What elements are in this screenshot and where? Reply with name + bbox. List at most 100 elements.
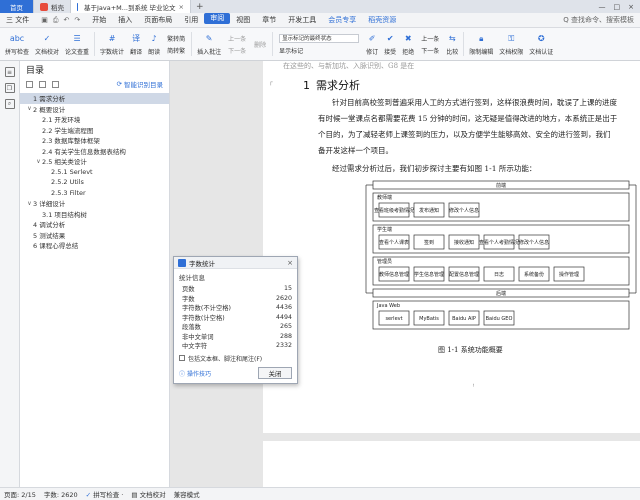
menu-item[interactable]: 会员专享: [322, 13, 362, 28]
print-icon[interactable]: ⎙: [53, 16, 59, 25]
checkbox-box[interactable]: [179, 355, 185, 361]
toc-item[interactable]: 2.5.2 Utils: [20, 177, 169, 188]
menu-item[interactable]: 章节: [256, 13, 282, 28]
toc-item[interactable]: 2.4 有关学生信息数据表结构: [20, 146, 169, 157]
close-window-icon[interactable]: ×: [628, 3, 634, 11]
expand-all-icon[interactable]: [26, 80, 33, 88]
redo-icon[interactable]: ↷: [74, 16, 80, 25]
chevron-down-icon[interactable]: ∨: [26, 105, 33, 112]
close-button[interactable]: 关闭: [258, 367, 292, 379]
menu-search[interactable]: Q 查找命令、搜索模板: [563, 15, 640, 25]
menu-item[interactable]: 开发工具: [282, 13, 322, 28]
next-comment-button[interactable]: 下一条: [228, 46, 246, 55]
new-tab-button[interactable]: +: [191, 0, 209, 13]
revise-label: 修订: [366, 48, 379, 56]
toc-item[interactable]: 2.3 数据库整体框架: [20, 135, 169, 146]
minimize-icon[interactable]: —: [599, 3, 606, 11]
java-web-component-label: serlevt: [385, 316, 402, 322]
accept-button[interactable]: ✔ 接受: [381, 28, 399, 60]
status-proof[interactable]: ▤ 文档校对: [131, 489, 165, 499]
toc-item[interactable]: 4 调试分析: [20, 219, 169, 230]
menu-item[interactable]: 视图: [230, 13, 256, 28]
maximize-icon[interactable]: □: [614, 3, 621, 11]
search-pane-icon[interactable]: ⌕: [4, 99, 15, 109]
doc-rights-button[interactable]: ⚿ 文档权限: [496, 28, 526, 60]
close-tab-icon[interactable]: ×: [179, 3, 184, 11]
doc-check-button[interactable]: ✓ 文档校对: [32, 28, 62, 60]
spell-check-button[interactable]: abc 拼写检查: [2, 28, 32, 60]
toc-item[interactable]: ∨ 2.5 相关类设计: [20, 156, 169, 167]
dialog-close-icon[interactable]: ×: [287, 259, 293, 267]
review-ribbon: abc 拼写检查 ✓ 文档校对 ☰ 论文查重 # 字数统计 译翻译 ♪ 朗读 繁转简 简转…: [0, 28, 640, 61]
title-tab-bar: 首页 稻壳 基于Java+M...到系统 毕业论文 × + — □ ×: [0, 0, 640, 13]
toc-item[interactable]: 3.1 项目结构树: [20, 209, 169, 220]
reject-button[interactable]: ✖ 拒绝: [399, 28, 417, 60]
menu-item[interactable]: 稻壳资源: [362, 13, 402, 28]
compare-icon: ⇆: [448, 34, 456, 43]
next-revision-button[interactable]: 下一条: [421, 46, 439, 55]
document-page[interactable]: 在这些的、与新加坑、入脉识别、G8 是在 ┌ 1 需求分析 针对目前高校签到普遍采…: [263, 61, 640, 433]
chevron-down-icon[interactable]: ∨: [35, 158, 42, 165]
doc-check-label: 文档校对: [35, 48, 60, 56]
tab-home[interactable]: 首页: [0, 0, 34, 13]
compare-button[interactable]: ⇆ 比较: [443, 28, 461, 60]
bookmark-pane-icon[interactable]: ❒: [4, 83, 15, 93]
status-spell[interactable]: ✓ 拼写检查 ·: [86, 489, 124, 499]
restrict-edit-button[interactable]: 🔒︎ 限制编辑: [466, 28, 496, 60]
para1-line: 针对目前高校签到普遍采用人工的方式进行签到，这样很浪费时间，耽误了上课的进度: [332, 98, 617, 107]
paper-check-icon: ☰: [73, 34, 81, 43]
undo-icon[interactable]: ↶: [63, 16, 69, 25]
page-heading: 1 需求分析: [303, 77, 360, 93]
revision-nav-group: 上一条 下一条: [417, 28, 443, 60]
tips-link[interactable]: ⓘ 操作技巧: [179, 369, 211, 378]
smart-toc-button[interactable]: ⟳ 智能识别目录: [117, 79, 163, 89]
stat-row: 页数 15: [174, 284, 297, 294]
toc-item[interactable]: 2.5.3 Filter: [20, 188, 169, 199]
file-menu-label: 三 文件: [6, 16, 30, 24]
toc-item[interactable]: ∨ 2 概要设计: [20, 104, 169, 115]
doc-auth-button[interactable]: ✪ 文档认证: [526, 28, 556, 60]
tab-document[interactable]: 基于Java+M...到系统 毕业论文 ×: [71, 0, 191, 13]
menu-item[interactable]: 审阅: [204, 12, 231, 24]
show-markup-button[interactable]: 显示标记: [279, 46, 359, 55]
status-page[interactable]: 页面: 2/15: [4, 489, 36, 499]
revise-button[interactable]: ✐ 修订: [363, 28, 381, 60]
diagram-group-box: [372, 192, 630, 222]
delete-comment-button[interactable]: 删除: [254, 40, 266, 49]
paper-check-button[interactable]: ☰ 论文查重: [62, 28, 92, 60]
toc-item-label: 2.5 相关类设计: [42, 158, 87, 167]
toc-item[interactable]: 1 需求分析: [20, 93, 169, 104]
file-menu[interactable]: 三 文件: [0, 15, 35, 25]
read-aloud-button[interactable]: ♪ 朗读: [145, 28, 163, 60]
markup-state-select[interactable]: 显示标记的最终状态: [279, 33, 360, 43]
toc-item[interactable]: 2.1 开发环境: [20, 114, 169, 125]
fan-jian-button[interactable]: 简转繁: [167, 46, 185, 55]
collapse-all-icon[interactable]: [39, 80, 46, 88]
insert-comment-button[interactable]: ✎ 插入批注: [194, 28, 224, 60]
toc-item-label: 2.3 数据库整体框架: [42, 137, 100, 146]
dialog-titlebar[interactable]: 字数统计 ×: [174, 257, 297, 269]
toc-item[interactable]: 2.2 学生端流程图: [20, 125, 169, 136]
word-count-button[interactable]: # 字数统计: [97, 28, 127, 60]
toc-item[interactable]: ∨ 3 详细设计: [20, 198, 169, 209]
document-page-next[interactable]: [263, 441, 640, 487]
toc-item[interactable]: 5 测试结果: [20, 230, 169, 241]
menu-item[interactable]: 开始: [86, 13, 112, 28]
tab-daoke[interactable]: 稻壳: [34, 0, 71, 13]
status-words[interactable]: 字数: 2620: [44, 489, 78, 499]
toc-item[interactable]: 6 课程心得总结: [20, 240, 169, 251]
prev-comment-button[interactable]: 上一条: [228, 34, 246, 43]
save-icon[interactable]: ▣: [41, 16, 48, 25]
chevron-down-icon[interactable]: ∨: [26, 200, 33, 207]
toc-level-icon[interactable]: [52, 80, 59, 88]
stat-value: 2332: [275, 342, 292, 350]
translate-button[interactable]: 译翻译: [127, 28, 145, 60]
toc-pane-icon[interactable]: ≡: [4, 67, 15, 77]
include-textbox-checkbox[interactable]: 包括文本框、脚注和尾注(F): [174, 351, 297, 363]
jian-fan-button[interactable]: 繁转简: [167, 34, 185, 43]
menu-item[interactable]: 页面布局: [138, 13, 178, 28]
toc-item[interactable]: 2.5.1 Serlevt: [20, 167, 169, 178]
menu-item[interactable]: 插入: [112, 13, 138, 28]
prev-revision-button[interactable]: 上一条: [421, 34, 439, 43]
menu-item[interactable]: 引用: [178, 13, 204, 28]
